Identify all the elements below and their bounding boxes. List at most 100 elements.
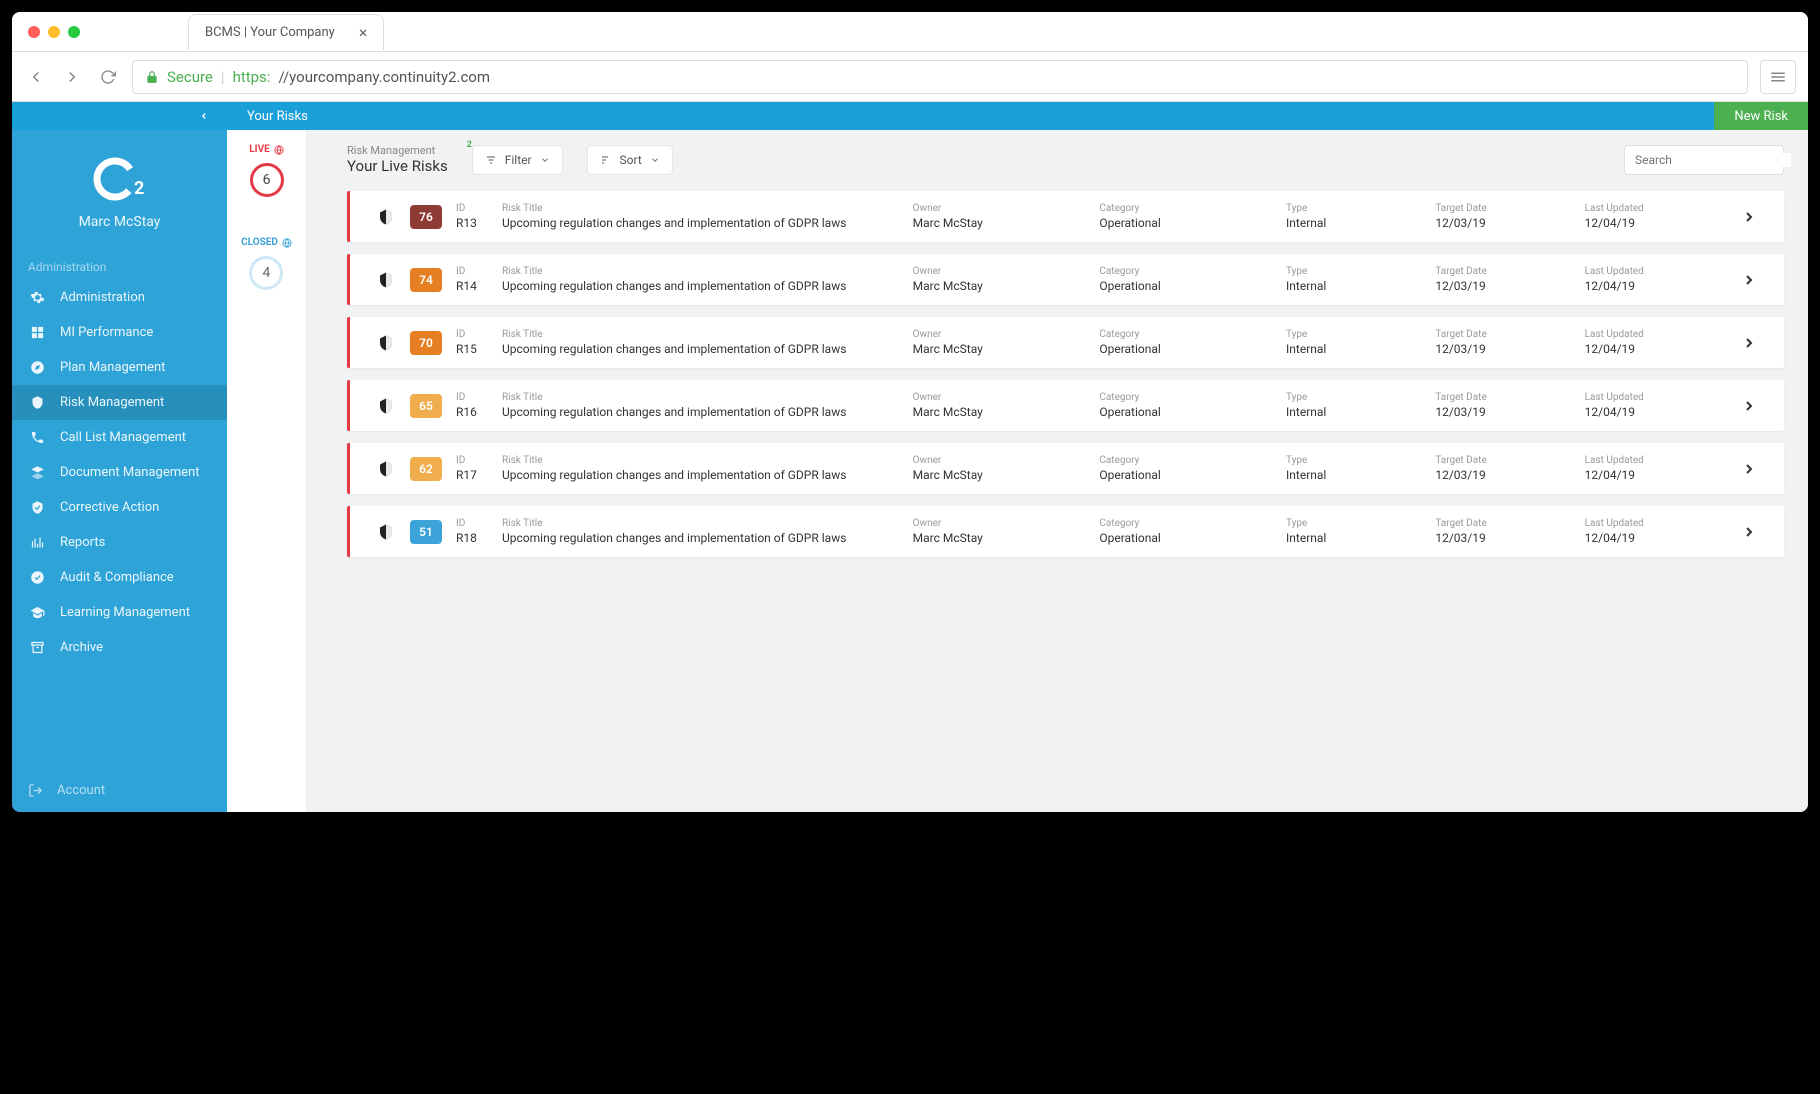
- risk-target-date: 12/03/19: [1435, 216, 1584, 230]
- risk-type: Internal: [1286, 468, 1435, 482]
- app: Your Risks New Risk 2 Marc McStay Admini…: [12, 102, 1808, 812]
- title-sup: Risk Management: [347, 144, 448, 157]
- shield-icon: [368, 334, 404, 352]
- chevron-right-icon: [1734, 209, 1764, 225]
- status-live[interactable]: LIVE 6: [249, 144, 284, 197]
- risk-target-date: 12/03/19: [1435, 468, 1584, 482]
- browser-menu-button[interactable]: [1760, 60, 1796, 94]
- col-label: Type: [1286, 455, 1435, 466]
- window-close-dot[interactable]: [28, 26, 40, 38]
- sidebar-collapse-button[interactable]: [12, 102, 227, 130]
- col-label: ID: [456, 392, 502, 403]
- shield-icon: [368, 271, 404, 289]
- reload-button[interactable]: [96, 65, 120, 89]
- layers-icon: [28, 465, 46, 480]
- omnibox[interactable]: Secure | https://yourcompany.continuity2…: [132, 60, 1748, 94]
- sidebar-item-learning-management[interactable]: Learning Management: [12, 595, 227, 630]
- sort-button[interactable]: Sort: [587, 145, 673, 175]
- lock-icon: Secure: [145, 68, 213, 86]
- window-min-dot[interactable]: [48, 26, 60, 38]
- col-label: Type: [1286, 518, 1435, 529]
- risk-category: Operational: [1099, 531, 1286, 545]
- traffic-lights: [28, 26, 80, 38]
- compass-icon: [28, 360, 46, 375]
- risk-owner: Marc McStay: [913, 468, 1100, 482]
- col-label: Risk Title: [502, 266, 913, 277]
- col-label: Last Updated: [1585, 392, 1734, 403]
- address-bar: Secure | https://yourcompany.continuity2…: [12, 52, 1808, 102]
- risk-type: Internal: [1286, 279, 1435, 293]
- risk-score-badge: 76: [410, 205, 442, 229]
- sidebar-item-administration[interactable]: Administration: [12, 280, 227, 315]
- tab-close-icon[interactable]: ×: [359, 23, 368, 42]
- risk-id: R16: [456, 405, 502, 419]
- forward-button[interactable]: [60, 65, 84, 89]
- col-label: ID: [456, 518, 502, 529]
- filter-label: Filter: [505, 153, 532, 167]
- account-link[interactable]: Account: [12, 769, 227, 812]
- risk-row[interactable]: 76 IDR13 Risk TitleUpcoming regulation c…: [347, 191, 1784, 242]
- risk-title: Upcoming regulation changes and implemen…: [502, 405, 913, 419]
- gear-icon: [28, 290, 46, 305]
- browser-tab[interactable]: BCMS | Your Company ×: [188, 14, 384, 50]
- shield-icon: [368, 397, 404, 415]
- sidebar-item-label: Audit & Compliance: [60, 570, 174, 585]
- window-max-dot[interactable]: [68, 26, 80, 38]
- sidebar-item-label: Document Management: [60, 465, 199, 480]
- risk-type: Internal: [1286, 405, 1435, 419]
- sidebar-item-label: Call List Management: [60, 430, 186, 445]
- risk-score-badge: 51: [410, 520, 442, 544]
- sidebar-item-corrective-action[interactable]: Corrective Action: [12, 490, 227, 525]
- risk-row[interactable]: 51 IDR18 Risk TitleUpcoming regulation c…: [347, 506, 1784, 557]
- url-host: //yourcompany.continuity2.com: [278, 68, 490, 86]
- live-label: LIVE: [249, 144, 270, 155]
- filter-button[interactable]: 2 Filter: [472, 145, 563, 175]
- risk-row[interactable]: 74 IDR14 Risk TitleUpcoming regulation c…: [347, 254, 1784, 305]
- list-toolbar: Risk Management Your Live Risks 2 Filter…: [307, 130, 1808, 183]
- search-box[interactable]: [1624, 145, 1784, 175]
- sidebar-item-call-list-management[interactable]: Call List Management: [12, 420, 227, 455]
- back-button[interactable]: [24, 65, 48, 89]
- col-label: Risk Title: [502, 329, 913, 340]
- sidebar-item-audit-compliance[interactable]: Audit & Compliance: [12, 560, 227, 595]
- status-closed[interactable]: CLOSED 4: [241, 237, 292, 290]
- risk-type: Internal: [1286, 531, 1435, 545]
- sidebar-item-label: Reports: [60, 535, 105, 550]
- risk-updated: 12/04/19: [1585, 342, 1734, 356]
- brand-logo: 2: [90, 154, 150, 204]
- sidebar-item-mi-performance[interactable]: MI Performance: [12, 315, 227, 350]
- risk-category: Operational: [1099, 468, 1286, 482]
- sort-label: Sort: [620, 153, 642, 167]
- phone-icon: [28, 430, 46, 445]
- breadcrumb: Your Risks: [227, 109, 328, 124]
- sidebar-item-risk-management[interactable]: Risk Management: [12, 385, 227, 420]
- sidebar-item-document-management[interactable]: Document Management: [12, 455, 227, 490]
- col-label: Category: [1099, 329, 1286, 340]
- risk-category: Operational: [1099, 342, 1286, 356]
- shield-icon: [368, 460, 404, 478]
- risk-type: Internal: [1286, 342, 1435, 356]
- risk-title: Upcoming regulation changes and implemen…: [502, 342, 913, 356]
- archive-icon: [28, 640, 46, 655]
- risk-row[interactable]: 70 IDR15 Risk TitleUpcoming regulation c…: [347, 317, 1784, 368]
- risk-score-badge: 65: [410, 394, 442, 418]
- risk-row[interactable]: 62 IDR17 Risk TitleUpcoming regulation c…: [347, 443, 1784, 494]
- risk-row[interactable]: 65 IDR16 Risk TitleUpcoming regulation c…: [347, 380, 1784, 431]
- sidebar-item-plan-management[interactable]: Plan Management: [12, 350, 227, 385]
- status-column: LIVE 6 CLOSED 4: [227, 130, 307, 812]
- col-label: Last Updated: [1585, 455, 1734, 466]
- search-input[interactable]: [1635, 153, 1791, 167]
- risk-owner: Marc McStay: [913, 279, 1100, 293]
- nav-list: Administration MI Performance Plan Manag…: [12, 280, 227, 665]
- closed-count: 4: [249, 256, 283, 290]
- col-label: Owner: [913, 266, 1100, 277]
- risk-title: Upcoming regulation changes and implemen…: [502, 216, 913, 230]
- col-label: Category: [1099, 266, 1286, 277]
- app-topbar: Your Risks New Risk: [12, 102, 1808, 130]
- new-risk-button[interactable]: New Risk: [1714, 102, 1808, 130]
- col-label: Owner: [913, 518, 1100, 529]
- sidebar-item-archive[interactable]: Archive: [12, 630, 227, 665]
- sidebar: 2 Marc McStay Administration Administrat…: [12, 130, 227, 812]
- sidebar-item-reports[interactable]: Reports: [12, 525, 227, 560]
- risk-updated: 12/04/19: [1585, 405, 1734, 419]
